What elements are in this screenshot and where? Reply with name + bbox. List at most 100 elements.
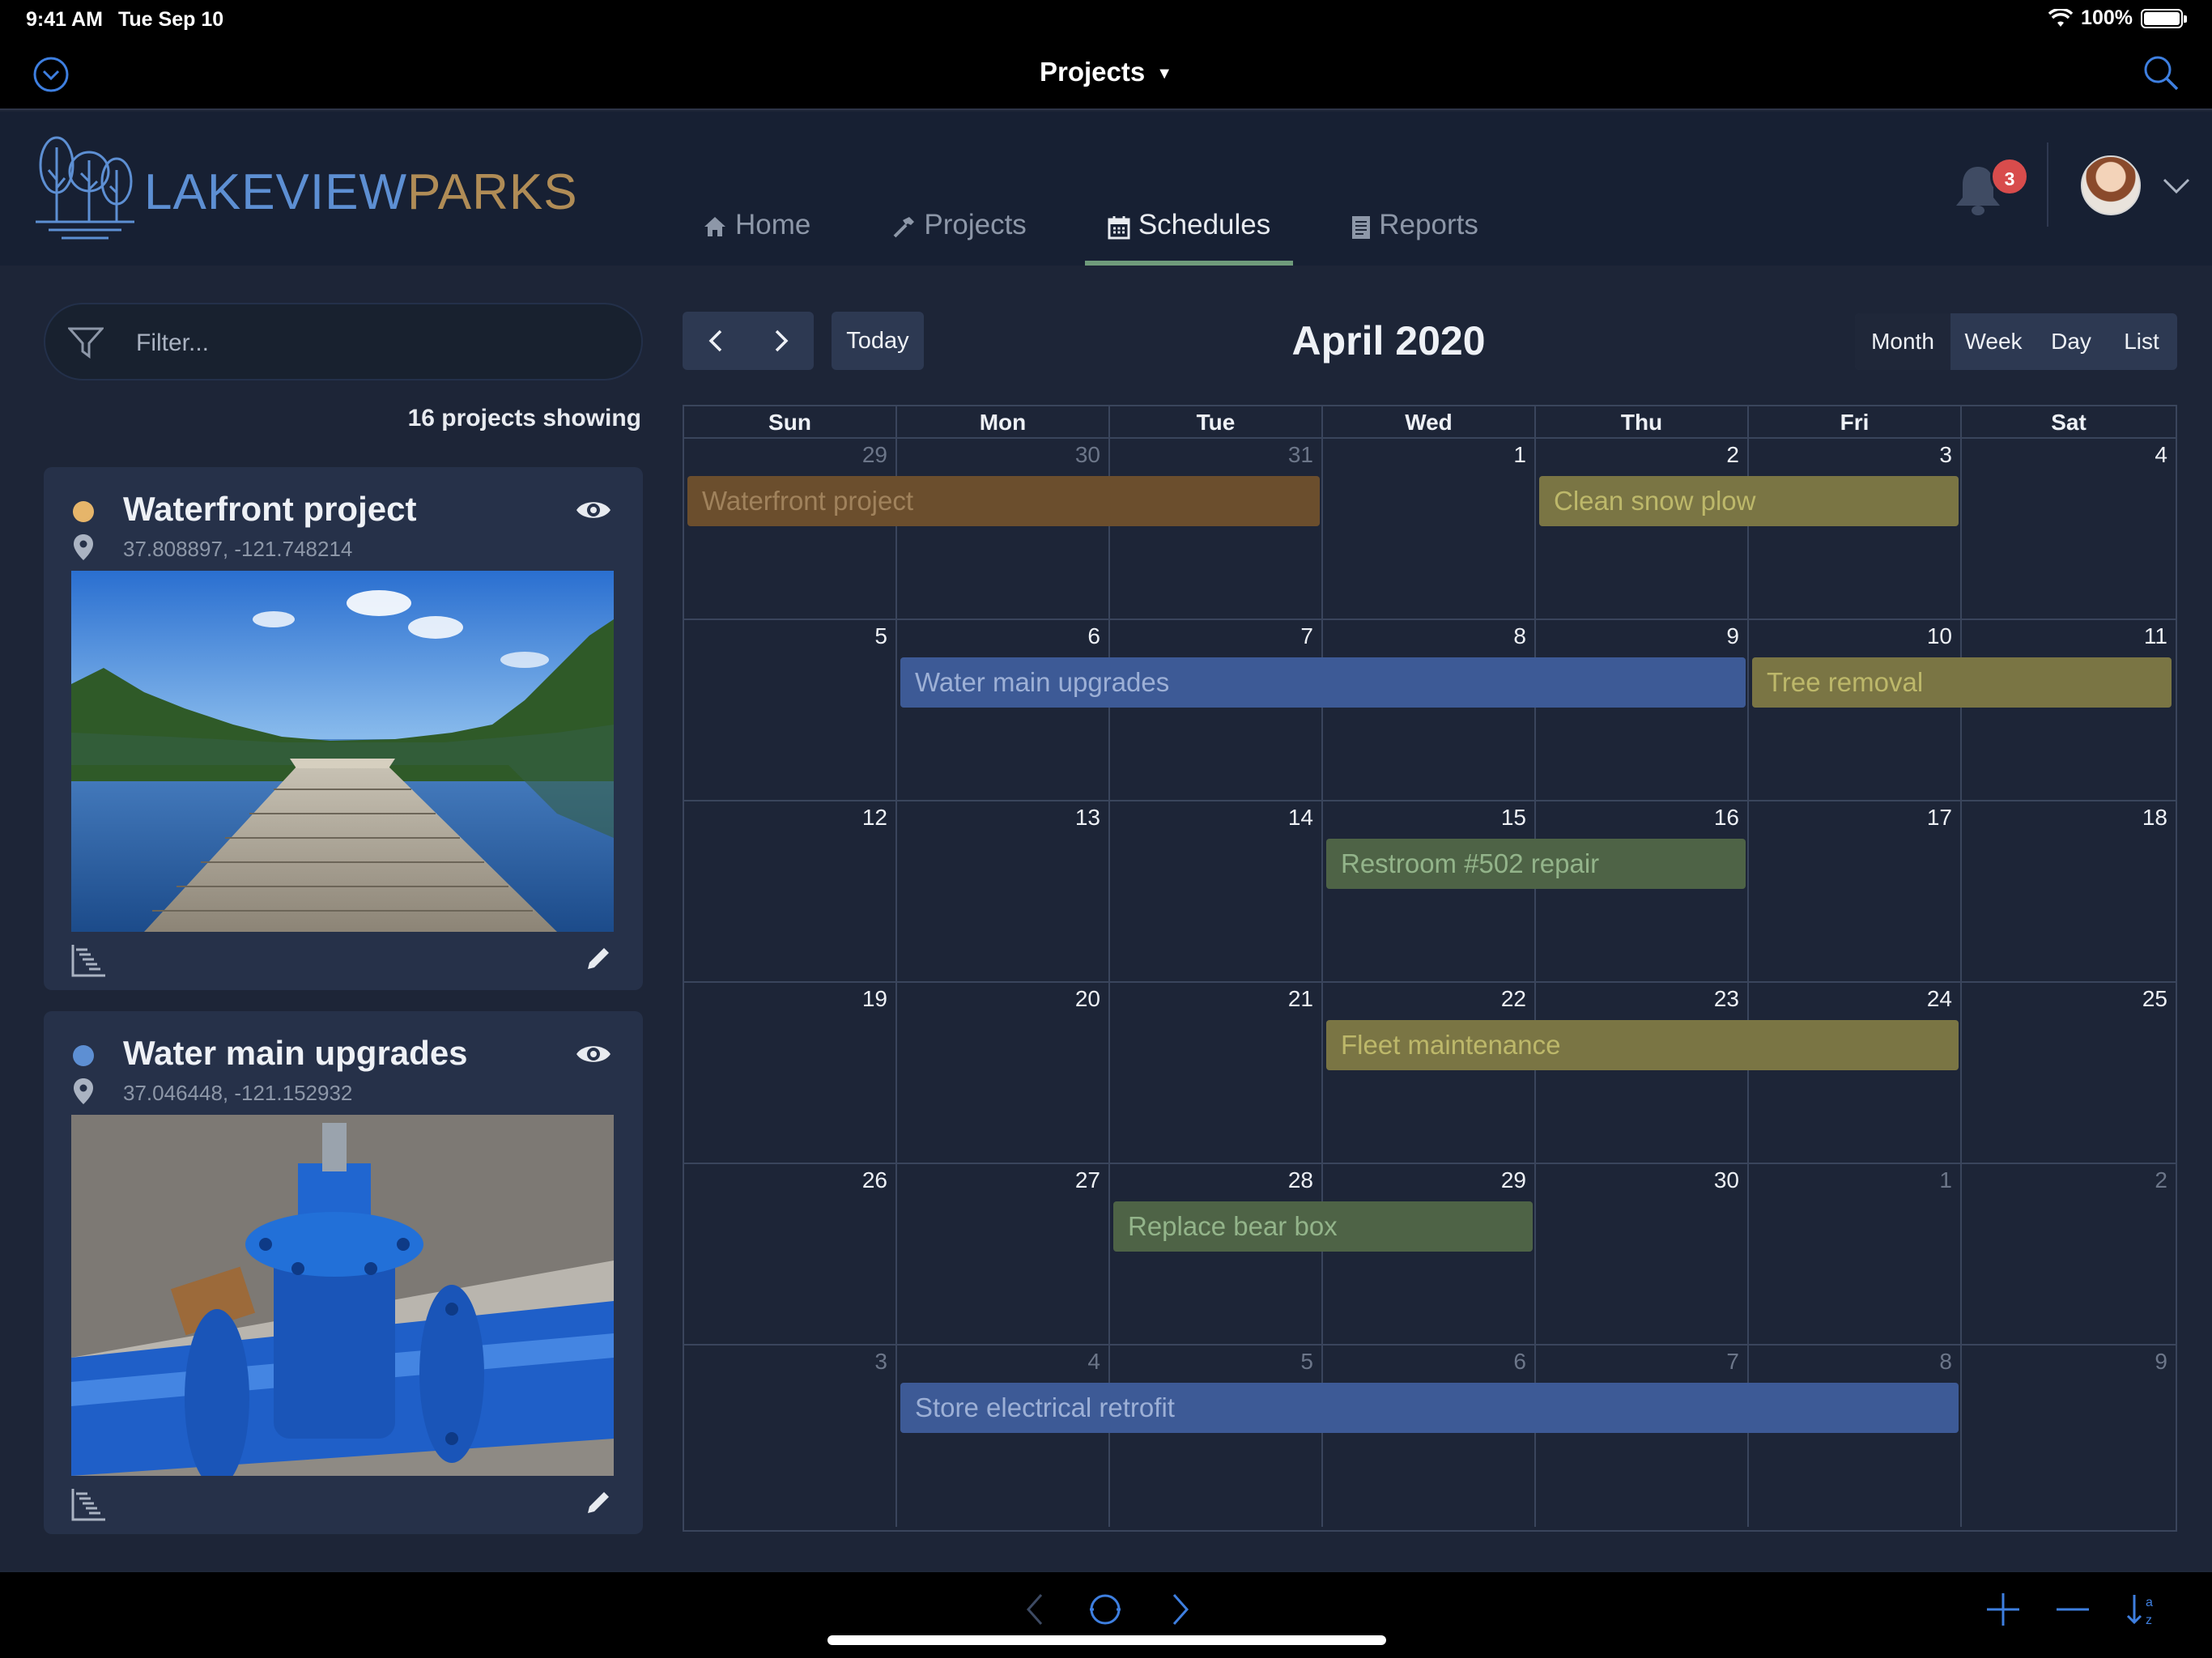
filter-input[interactable] xyxy=(136,322,606,364)
previous-month-button[interactable] xyxy=(683,312,748,370)
weekday-header: Sat xyxy=(1962,406,2176,439)
calendar-event[interactable]: Clean snow plow xyxy=(1539,476,1959,526)
sort-icon[interactable]: az xyxy=(2123,1588,2165,1630)
calendar-day-cell[interactable]: 2 xyxy=(1536,439,1749,620)
calendar-day-cell[interactable]: 5 xyxy=(684,620,897,801)
project-card[interactable]: Waterfront project 37.808897, -121.74821… xyxy=(44,467,643,990)
calendar-day-cell[interactable]: 3 xyxy=(1749,439,1962,620)
calendar-day-cell[interactable]: 23 xyxy=(1536,983,1749,1164)
weekday-header: Sun xyxy=(684,406,897,439)
calendar-day-cell[interactable]: 5 xyxy=(1110,1346,1323,1527)
day-number: 18 xyxy=(2142,805,2167,830)
navbar-title-menu[interactable]: Projects ▼ xyxy=(0,57,2212,87)
calendar-day-cell[interactable]: 15 xyxy=(1323,801,1536,983)
avatar[interactable] xyxy=(2081,155,2141,215)
calendar-day-cell[interactable]: 31 xyxy=(1110,439,1323,620)
day-number: 15 xyxy=(1500,805,1526,830)
calendar-event[interactable]: Restroom #502 repair xyxy=(1326,839,1746,889)
calendar-day-cell[interactable]: 7 xyxy=(1110,620,1323,801)
calendar-day-cell[interactable]: 30 xyxy=(897,439,1110,620)
view-month-button[interactable]: Month xyxy=(1855,313,1950,370)
circle-icon[interactable] xyxy=(1084,1588,1126,1630)
chevron-down-icon[interactable] xyxy=(2162,176,2191,196)
calendar-day-cell[interactable]: 10 xyxy=(1749,620,1962,801)
svg-text:z: z xyxy=(2146,1613,2152,1627)
calendar-day-cell[interactable]: 21 xyxy=(1110,983,1323,1164)
calendar-day-cell[interactable]: 24 xyxy=(1749,983,1962,1164)
main-tabs: Home Projects Schedules Reports xyxy=(680,209,1537,266)
view-day-button[interactable]: Day xyxy=(2036,313,2106,370)
day-number: 5 xyxy=(874,623,887,648)
status-time: 9:41 AM xyxy=(26,8,103,31)
next-month-button[interactable] xyxy=(748,312,814,370)
calendar-day-cell[interactable]: 6 xyxy=(1323,1346,1536,1527)
tab-reports[interactable]: Reports xyxy=(1329,209,1501,266)
svg-text:a: a xyxy=(2146,1596,2153,1609)
plus-icon[interactable] xyxy=(1982,1588,2024,1630)
calendar-day-cell[interactable]: 4 xyxy=(897,1346,1110,1527)
calendar-day-cell[interactable]: 29 xyxy=(684,439,897,620)
day-number: 12 xyxy=(861,805,887,830)
today-button[interactable]: Today xyxy=(832,312,924,370)
day-number: 14 xyxy=(1287,805,1313,830)
calendar-day-cell[interactable]: 28 xyxy=(1110,1164,1323,1346)
calendar-day-cell[interactable]: 4 xyxy=(1962,439,2176,620)
calendar-day-cell[interactable]: 20 xyxy=(897,983,1110,1164)
calendar-day-cell[interactable]: 19 xyxy=(684,983,897,1164)
chevron-left-icon[interactable] xyxy=(1015,1588,1057,1630)
calendar-event[interactable]: Store electrical retrofit xyxy=(900,1383,1959,1433)
project-card[interactable]: Water main upgrades 37.046448, -121.1529… xyxy=(44,1011,643,1534)
gantt-chart-icon[interactable] xyxy=(71,943,107,977)
tab-schedules[interactable]: Schedules xyxy=(1084,209,1294,266)
minus-icon[interactable] xyxy=(2052,1588,2094,1630)
calendar-event[interactable]: Water main upgrades xyxy=(900,657,1746,708)
calendar-day-cell[interactable]: 14 xyxy=(1110,801,1323,983)
calendar-day-cell[interactable]: 12 xyxy=(684,801,897,983)
eye-icon[interactable] xyxy=(575,1042,612,1066)
home-icon xyxy=(704,217,725,236)
calendar-event[interactable]: Replace bear box xyxy=(1113,1201,1533,1252)
gantt-chart-icon[interactable] xyxy=(71,1487,107,1521)
calendar-day-cell[interactable]: 11 xyxy=(1962,620,2176,801)
day-number: 3 xyxy=(1939,442,1952,467)
calendar-day-cell[interactable]: 8 xyxy=(1323,620,1536,801)
calendar-day-cell[interactable]: 30 xyxy=(1536,1164,1749,1346)
calendar-grid: Sun Mon Tue Wed Thu Fri Sat 29 30 31 1 2 3 4 5 6 7 8 9 10 11… xyxy=(683,405,2177,1532)
view-list-button[interactable]: List xyxy=(2106,313,2177,370)
calendar-day-cell[interactable]: 2 xyxy=(1962,1164,2176,1346)
calendar-day-cell[interactable]: 1 xyxy=(1749,1164,1962,1346)
calendar-day-cell[interactable]: 3 xyxy=(684,1346,897,1527)
day-number: 10 xyxy=(1926,623,1952,648)
calendar-day-cell[interactable]: 1 xyxy=(1323,439,1536,620)
calendar-event[interactable]: Tree removal xyxy=(1752,657,2172,708)
view-week-button[interactable]: Week xyxy=(1950,313,2036,370)
calendar-day-cell[interactable]: 25 xyxy=(1962,983,2176,1164)
chevron-right-icon[interactable] xyxy=(1158,1588,1200,1630)
calendar-day-cell[interactable]: 26 xyxy=(684,1164,897,1346)
calendar-day-cell[interactable]: 9 xyxy=(1536,620,1749,801)
calendar-day-cell[interactable]: 29 xyxy=(1323,1164,1536,1346)
calendar-day-cell[interactable]: 27 xyxy=(897,1164,1110,1346)
calendar-day-cell[interactable]: 16 xyxy=(1536,801,1749,983)
calendar-event[interactable]: Waterfront project xyxy=(687,476,1320,526)
weekday-header: Thu xyxy=(1536,406,1749,439)
filter-field[interactable] xyxy=(44,303,643,380)
eye-icon[interactable] xyxy=(575,498,612,522)
tab-home[interactable]: Home xyxy=(680,209,833,266)
tab-reports-label: Reports xyxy=(1379,209,1478,240)
calendar-day-cell[interactable]: 7 xyxy=(1536,1346,1749,1527)
pencil-icon[interactable] xyxy=(585,1489,612,1516)
calendar-day-cell[interactable]: 22 xyxy=(1323,983,1536,1164)
search-icon[interactable] xyxy=(2142,54,2180,91)
tab-projects[interactable]: Projects xyxy=(869,209,1049,266)
day-number: 25 xyxy=(2142,986,2167,1011)
calendar-day-cell[interactable]: 9 xyxy=(1962,1346,2176,1527)
calendar-nav-group xyxy=(683,312,814,370)
calendar-day-cell[interactable]: 17 xyxy=(1749,801,1962,983)
calendar-day-cell[interactable]: 18 xyxy=(1962,801,2176,983)
calendar-event[interactable]: Fleet maintenance xyxy=(1326,1020,1959,1070)
calendar-day-cell[interactable]: 6 xyxy=(897,620,1110,801)
calendar-day-cell[interactable]: 8 xyxy=(1749,1346,1962,1527)
calendar-day-cell[interactable]: 13 xyxy=(897,801,1110,983)
pencil-icon[interactable] xyxy=(585,945,612,972)
